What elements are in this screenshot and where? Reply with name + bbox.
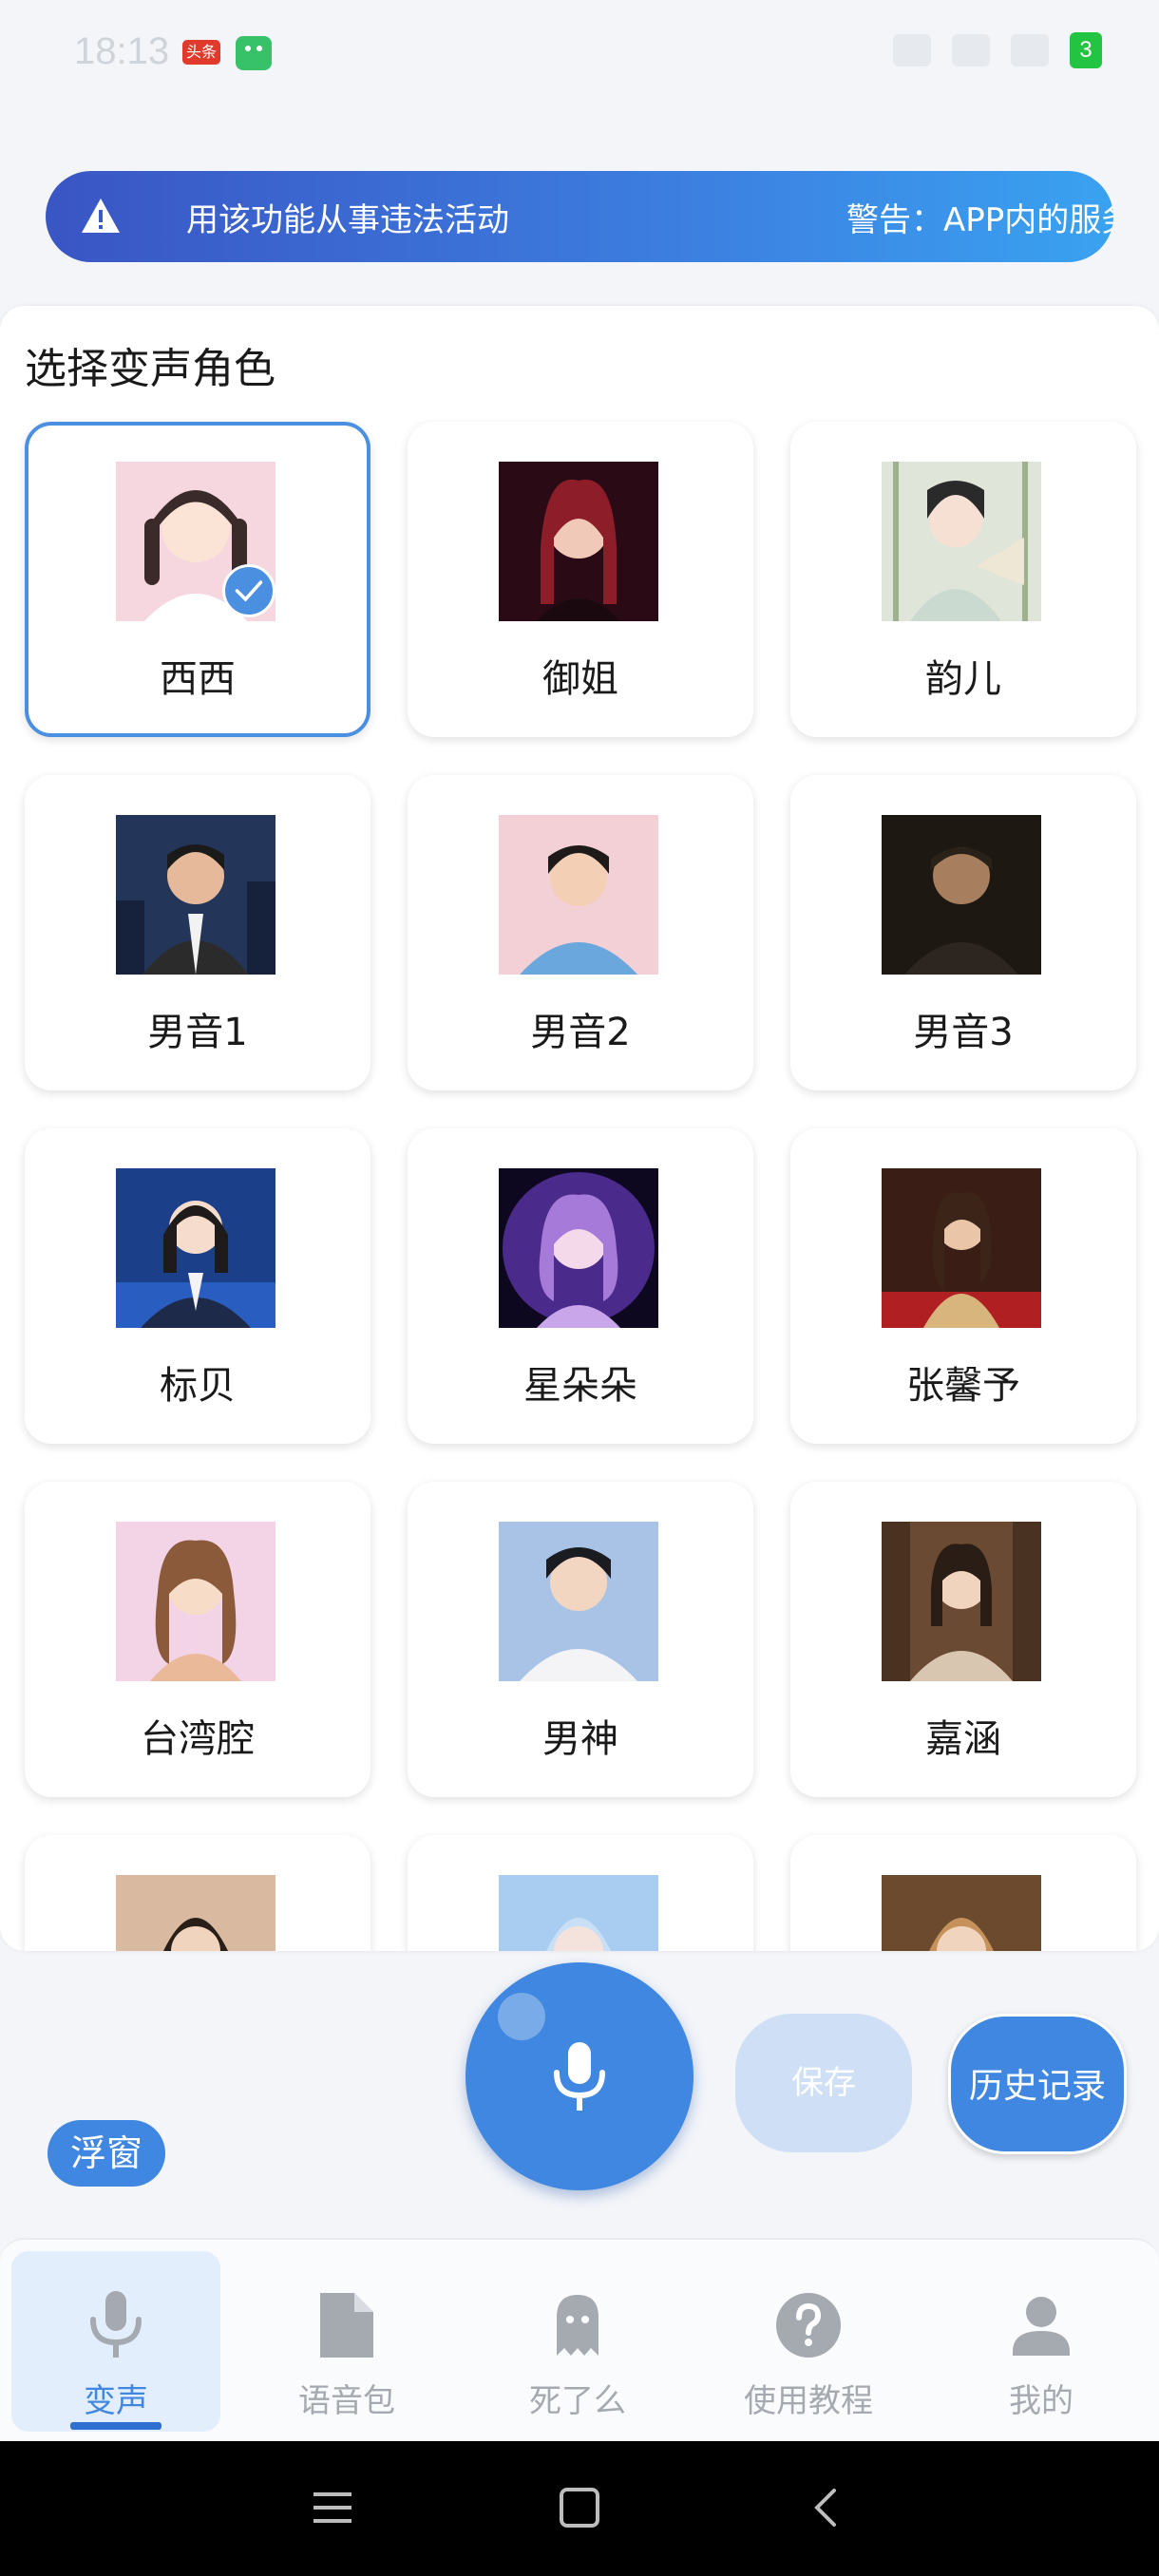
role-label: 男音3 (913, 1011, 1014, 1054)
role-label: 御姐 (542, 657, 618, 701)
tab-label: 语音包 (298, 2382, 395, 2420)
avatar (116, 815, 276, 975)
avatar (882, 1522, 1041, 1681)
person-icon (1013, 2297, 1070, 2356)
tab-label: 变声 (84, 2382, 148, 2420)
role-label: 西西 (160, 657, 236, 701)
history-button[interactable]: 历史记录 (948, 2014, 1127, 2154)
banner-warning-text: 警告：APP内的服务 (846, 201, 1113, 239)
role-card-xingduoduo[interactable]: 星朵朵 (408, 1128, 753, 1444)
role-card-partial-1[interactable] (25, 1835, 370, 1951)
tab-label: 我的 (1009, 2382, 1074, 2420)
home-icon[interactable] (557, 2485, 602, 2530)
role-card-zhangxinyu[interactable]: 张馨予 (790, 1128, 1136, 1444)
role-card-male-1[interactable]: 男音1 (25, 775, 370, 1090)
role-card-xixi[interactable]: 西西 (25, 422, 370, 737)
role-card-nanshen[interactable]: 男神 (408, 1482, 753, 1797)
role-card-male-3[interactable]: 男音3 (790, 775, 1136, 1090)
save-button[interactable]: 保存 (735, 2014, 912, 2152)
role-card-yuner[interactable]: 韵儿 (790, 422, 1136, 737)
page-title: 选择变声角色 (25, 345, 276, 393)
warning-banner[interactable]: 用该功能从事违法活动 警告：APP内的服务 (46, 171, 1113, 262)
role-label: 标贝 (160, 1364, 236, 1408)
check-icon (222, 564, 276, 617)
bottom-nav: 变声 语音包 死了么 使用教程 我的 (0, 2238, 1159, 2441)
role-label: 男音1 (147, 1011, 248, 1054)
role-label: 韵儿 (925, 657, 1001, 701)
role-label: 男音2 (530, 1011, 631, 1054)
role-card-taiwanqiang[interactable]: 台湾腔 (25, 1482, 370, 1797)
microphone-icon (554, 2042, 605, 2111)
tab-voice-change[interactable]: 变声 (11, 2251, 220, 2432)
role-panel: 选择变声角色 西西 御姐 韵儿 男音1 男音2 男音3 标贝 星朵朵 张馨予 台… (0, 306, 1159, 1951)
help-icon (776, 2293, 841, 2358)
role-label: 台湾腔 (141, 1717, 255, 1761)
tab-ghost[interactable]: 死了么 (473, 2251, 682, 2432)
role-card-yujie[interactable]: 御姐 (408, 422, 753, 737)
avatar (499, 1168, 658, 1328)
menu-icon[interactable] (310, 2485, 355, 2530)
banner-text-scroll-end: 用该功能从事违法活动 (186, 201, 509, 239)
tab-label: 死了么 (529, 2382, 626, 2420)
avatar (499, 1522, 658, 1681)
tab-me[interactable]: 我的 (937, 2251, 1146, 2432)
role-card-jiahan[interactable]: 嘉涵 (790, 1482, 1136, 1797)
avatar (499, 462, 658, 621)
status-bar: 18:13 头条 3 (0, 0, 1159, 104)
wifi-icon (1011, 34, 1049, 66)
avatar (499, 815, 658, 975)
microphone-icon (90, 2291, 142, 2358)
tab-tutorial[interactable]: 使用教程 (704, 2251, 913, 2432)
avatar (882, 815, 1041, 975)
avatar (499, 1875, 658, 1951)
role-card-biaobei[interactable]: 标贝 (25, 1128, 370, 1444)
news-app-icon: 头条 (182, 40, 220, 65)
record-button[interactable] (466, 1962, 694, 2190)
system-nav-bar (0, 2441, 1159, 2576)
android-icon (236, 36, 272, 70)
avatar (116, 1522, 276, 1681)
avatar (116, 1875, 276, 1951)
role-card-partial-2[interactable] (408, 1835, 753, 1951)
tab-voice-pack[interactable]: 语音包 (242, 2251, 451, 2432)
battery-icon: 3 (1070, 32, 1102, 68)
active-tab-indicator (70, 2422, 162, 2430)
signal-icon (952, 34, 990, 66)
status-time: 18:13 (74, 30, 170, 72)
avatar (882, 1875, 1041, 1951)
role-label: 张馨予 (906, 1364, 1020, 1408)
file-icon (320, 2293, 373, 2358)
warning-icon (82, 199, 120, 233)
role-label: 男神 (542, 1717, 618, 1761)
tab-label: 使用教程 (744, 2382, 873, 2420)
ghost-icon (557, 2295, 598, 2356)
status-icons: 3 (893, 32, 1102, 68)
avatar (882, 462, 1041, 621)
role-label: 嘉涵 (925, 1717, 1001, 1761)
banner-text-scroll-start: 警告：APP内的服务 (846, 194, 1113, 240)
role-card-partial-3[interactable] (790, 1835, 1136, 1951)
back-icon[interactable] (804, 2485, 849, 2530)
float-window-button[interactable]: 浮窗 (48, 2120, 165, 2187)
button-highlight (498, 1993, 545, 2040)
avatar (882, 1168, 1041, 1328)
alarm-icon (893, 34, 931, 66)
role-label: 星朵朵 (523, 1364, 637, 1408)
role-card-male-2[interactable]: 男音2 (408, 775, 753, 1090)
avatar (116, 1168, 276, 1328)
